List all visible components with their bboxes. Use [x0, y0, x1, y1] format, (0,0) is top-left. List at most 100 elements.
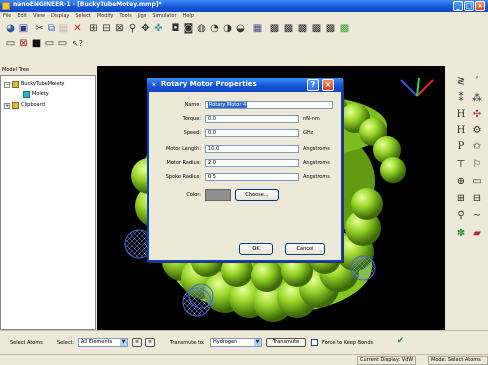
- save-icon[interactable]: ▣: [18, 23, 29, 34]
- menu-tools[interactable]: Tools: [116, 12, 134, 21]
- torque-field[interactable]: 0.0: [205, 115, 299, 123]
- tree-item-clipboard[interactable]: Clipboard: [21, 101, 45, 109]
- help-button[interactable]: ?: [307, 79, 319, 91]
- palette-11-icon[interactable]: ⊤: [455, 159, 467, 171]
- mode-dark-icon[interactable]: ■: [31, 38, 42, 49]
- menu-file[interactable]: File: [0, 12, 14, 21]
- palette-17-icon[interactable]: ⚲: [455, 210, 467, 222]
- palette-1-icon[interactable]: ≷: [455, 76, 467, 88]
- delete-icon[interactable]: ✕: [72, 23, 83, 34]
- menu-select[interactable]: Select: [72, 12, 93, 21]
- spoke-radius-unit: Angstroms: [303, 174, 330, 180]
- motor-radius-label: Motor Radius:: [166, 160, 202, 166]
- palette-4-icon[interactable]: ⁂: [471, 93, 483, 105]
- palette-10-icon[interactable]: ✩: [471, 141, 483, 153]
- select-element-combo[interactable]: All Elements ▼: [78, 338, 128, 347]
- palette-7-icon[interactable]: H: [455, 125, 467, 137]
- palette-19-icon[interactable]: ✽: [455, 228, 467, 240]
- select-b-icon[interactable]: ▭: [57, 38, 68, 49]
- rotate-icon[interactable]: ✜: [153, 23, 164, 34]
- tree-item-buckytubemoiety[interactable]: BuckyTubeMoiety: [21, 80, 65, 88]
- tree-item-moiety[interactable]: Moiety: [32, 90, 49, 98]
- palette-12-icon[interactable]: ⚐: [471, 159, 483, 171]
- menu-help[interactable]: Help: [180, 12, 197, 21]
- menu-display[interactable]: Display: [48, 12, 72, 21]
- moiety-icon: [23, 91, 30, 98]
- palette-16-icon[interactable]: ⊟: [471, 193, 483, 205]
- menu-jigs[interactable]: Jigs: [135, 12, 150, 21]
- element-4-icon[interactable]: ▩: [311, 23, 322, 34]
- palette-20-icon[interactable]: ▰: [471, 228, 483, 240]
- palette-9-icon[interactable]: P: [455, 141, 467, 153]
- name-field[interactable]: Rotary Motor 4: [205, 101, 333, 109]
- cancel-button[interactable]: Cancel: [285, 243, 325, 255]
- palette-15-icon[interactable]: ⊞: [455, 193, 467, 205]
- palette-6-icon[interactable]: ✣: [471, 109, 483, 121]
- filter-button-1[interactable]: ≡: [132, 338, 142, 347]
- tree-collapse-toggle[interactable]: −: [4, 82, 10, 88]
- speed-field[interactable]: 0.0: [205, 129, 299, 137]
- grid-icon[interactable]: ▭: [5, 38, 16, 49]
- motor-length-field[interactable]: 10.0: [205, 145, 299, 153]
- copy-icon[interactable]: ⧉: [46, 23, 57, 34]
- transmute-to-label: Transmute to:: [170, 340, 205, 346]
- element-5-icon[interactable]: ▩: [325, 23, 336, 34]
- secondary-toolbar: ▭ ⊠ ■ ▭ ▭ ↖?: [0, 36, 488, 51]
- choose-color-button[interactable]: Choose...: [235, 189, 279, 201]
- display-cpk-icon[interactable]: ◍: [196, 23, 207, 34]
- select-a-icon[interactable]: ▭: [44, 38, 55, 49]
- whats-this-icon[interactable]: ↖?: [72, 38, 83, 49]
- title-bar[interactable]: nanoENGINEER-1 - [BuckyTubeMotey.mmp]* _…: [0, 0, 488, 12]
- rotary-motor-dialog: ✶ Rotary Motor Properties ? × Name: Rota…: [147, 78, 343, 262]
- model-tree[interactable]: − BuckyTubeMoiety Moiety + Clipboard: [0, 75, 96, 330]
- element-6-icon[interactable]: ▩: [339, 23, 350, 34]
- palette-5-icon[interactable]: H: [455, 109, 467, 121]
- view-back-icon[interactable]: ⊟: [101, 23, 112, 34]
- motor-length-unit: Angstroms: [303, 146, 330, 152]
- palette-8-icon[interactable]: ⚙: [471, 125, 483, 137]
- motor-radius-field[interactable]: 2.0: [205, 159, 299, 167]
- palette-13-icon[interactable]: ⊕: [455, 176, 467, 188]
- mode-x-icon[interactable]: ⊠: [18, 38, 29, 49]
- palette-14-icon[interactable]: ▭: [471, 176, 483, 188]
- display-default-icon[interactable]: ◘: [170, 23, 181, 34]
- maximize-button[interactable]: □: [464, 1, 474, 11]
- spoke-radius-field[interactable]: 0.5: [205, 173, 299, 181]
- palette-18-icon[interactable]: ∼: [471, 210, 483, 222]
- close-button[interactable]: ×: [475, 1, 485, 11]
- palette-3-icon[interactable]: ⁑: [455, 93, 467, 105]
- pan-icon[interactable]: ✥: [140, 23, 151, 34]
- display-invisible-icon[interactable]: ◙: [183, 23, 194, 34]
- dialog-title-bar[interactable]: ✶ Rotary Motor Properties ? ×: [147, 78, 343, 92]
- color-icon[interactable]: ▦: [252, 23, 263, 34]
- dialog-close-button[interactable]: ×: [322, 79, 334, 91]
- paste-icon[interactable]: ▤: [58, 23, 69, 34]
- display-vdw-icon[interactable]: ◒: [235, 23, 246, 34]
- palette-2-icon[interactable]: ʹ: [471, 76, 483, 88]
- menu-simulator[interactable]: Simulator: [149, 12, 179, 21]
- status-display: Current Display: VdW: [357, 356, 417, 365]
- display-lines-icon[interactable]: ◔: [209, 23, 220, 34]
- force-keep-bonds-checkbox[interactable]: [311, 339, 318, 346]
- display-tubes-icon[interactable]: ◑: [222, 23, 233, 34]
- element-3-icon[interactable]: ▩: [297, 23, 308, 34]
- minimize-button[interactable]: _: [453, 1, 463, 11]
- menu-edit[interactable]: Edit: [14, 12, 30, 21]
- transmute-element-combo[interactable]: Hydrogen ▼: [210, 338, 262, 347]
- element-1-icon[interactable]: ▩: [269, 23, 280, 34]
- transmute-button[interactable]: Transmute: [266, 338, 306, 347]
- view-front-icon[interactable]: ⊞: [88, 23, 99, 34]
- filter-button-2[interactable]: ≡: [145, 338, 155, 347]
- menu-modify[interactable]: Modify: [94, 12, 117, 21]
- tree-expand-toggle[interactable]: +: [4, 103, 10, 109]
- color-swatch: [205, 189, 231, 201]
- zoom-icon[interactable]: ⚲: [127, 23, 138, 34]
- color-label: Color:: [186, 192, 201, 198]
- cut-icon[interactable]: ✂: [34, 23, 45, 34]
- ok-button[interactable]: OK: [239, 243, 273, 255]
- open-icon[interactable]: ◕: [5, 23, 16, 34]
- zoom-box-icon[interactable]: ⊠: [114, 23, 125, 34]
- element-2-icon[interactable]: ▩: [283, 23, 294, 34]
- menu-view[interactable]: View: [30, 12, 48, 21]
- bond-tool-icon[interactable]: ✔: [395, 336, 406, 347]
